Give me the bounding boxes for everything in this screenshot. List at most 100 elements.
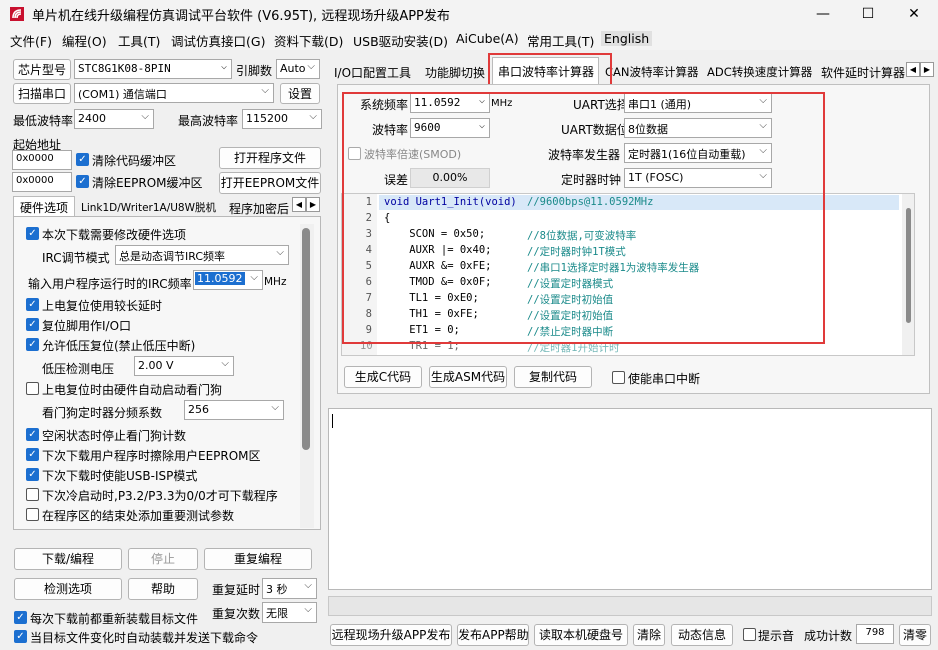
tab-delay-calculator[interactable]: 软件延时计算器 [821, 64, 905, 81]
chip-model-select[interactable]: STC8G1K08-8PIN ⌵ [74, 59, 232, 79]
right-tab-scroll-left-icon[interactable]: ◀ [906, 62, 920, 77]
idle-stop-wdt-checkbox[interactable]: ✓ [26, 428, 39, 441]
tab-hardware-options[interactable]: 硬件选项 [13, 196, 75, 217]
success-count-value: 798 [856, 624, 894, 644]
erase-eeprom-checkbox[interactable]: ✓ [26, 448, 39, 461]
modify-hw-checkbox[interactable]: ✓ [26, 227, 39, 240]
minimize-button[interactable]: — [808, 3, 838, 25]
min-baud-select[interactable]: 2400 ⌵ [74, 109, 154, 129]
generate-asm-code-button[interactable]: 生成ASM代码 [429, 366, 507, 388]
output-log-area[interactable] [328, 408, 932, 590]
chip-model-button[interactable]: 芯片型号 [13, 59, 71, 80]
clear-code-label: 清除代码缓冲区 [92, 154, 177, 168]
add-test-params-checkbox[interactable] [26, 508, 39, 521]
close-button[interactable]: ✕ [899, 3, 929, 25]
menu-english[interactable]: English [601, 31, 653, 46]
pins-select[interactable]: Auto ⌵ [276, 59, 320, 79]
enable-uart-interrupt-checkbox[interactable] [612, 371, 625, 384]
menu-debug-interface[interactable]: 调试仿真接口(G) [171, 31, 265, 50]
tab-offline-writer[interactable]: Link1D/Writer1A/U8W脱机 [81, 200, 216, 215]
min-baud-label: 最低波特率 [13, 114, 74, 128]
options-scrollbar-thumb[interactable] [302, 228, 310, 450]
app-logo-icon [10, 7, 24, 21]
com-port-select[interactable]: (COM1) 通信端口 ⌵ [74, 83, 274, 103]
copy-code-button[interactable]: 复制代码 [514, 366, 592, 388]
modify-hw-label: 本次下载需要修改硬件选项 [42, 228, 187, 242]
low-volt-select[interactable]: 2.00 V ⌵ [134, 356, 234, 376]
wdt-div-select[interactable]: 256 ⌵ [184, 400, 284, 420]
text-cursor [332, 414, 333, 428]
menu-aicube[interactable]: AiCube(A) [456, 31, 519, 46]
right-tab-scroll-right-icon[interactable]: ▶ [920, 62, 934, 77]
dynamic-info-button[interactable]: 动态信息 [671, 624, 733, 646]
max-baud-select[interactable]: 115200 ⌵ [242, 109, 322, 129]
code-start-address-input[interactable]: 0x0000 [12, 150, 72, 170]
tab-pin-switch[interactable]: 功能脚切换 [425, 64, 485, 81]
chevron-down-icon: ⌵ [250, 272, 258, 283]
wdt-div-value: 256 [188, 403, 209, 416]
clear-log-button[interactable]: 清除 [633, 624, 665, 646]
menu-common-tools[interactable]: 常用工具(T) [527, 31, 594, 50]
tab-encryption[interactable]: 程序加密后 [229, 200, 291, 217]
repeat-count-value: 无限 [266, 607, 288, 620]
chevron-down-icon: ⌵ [304, 604, 312, 615]
irc-mode-label: IRC调节模式 [42, 251, 110, 265]
irc-mode-select[interactable]: 总是动态调节IRC频率 ⌵ [115, 245, 289, 265]
tab-scroll-left-icon[interactable]: ◀ [292, 197, 306, 212]
enable-uart-interrupt-label: 使能串口中断 [628, 372, 701, 386]
low-volt-reset-checkbox[interactable]: ✓ [26, 338, 39, 351]
reload-each-checkbox[interactable]: ✓ [14, 611, 27, 624]
cold-start-checkbox[interactable] [26, 488, 39, 501]
tab-scroll-right-icon[interactable]: ▶ [306, 197, 320, 212]
menu-usb-driver[interactable]: USB驱动安装(D) [353, 31, 448, 50]
beep-checkbox[interactable] [743, 628, 756, 641]
repeat-program-button[interactable]: 重复编程 [204, 548, 312, 570]
clear-eeprom-checkbox[interactable]: ✓ [76, 175, 89, 188]
pins-label: 引脚数 [236, 64, 273, 78]
auto-load-checkbox[interactable]: ✓ [14, 630, 27, 643]
tab-adc-speed-calculator[interactable]: ADC转换速度计算器 [707, 64, 812, 80]
repeat-delay-select[interactable]: 3 秒 ⌵ [262, 578, 317, 599]
cold-start-label: 下次冷启动时,P3.2/P3.3为0/0才可下载程序 [42, 489, 278, 503]
power-delay-label: 上电复位使用较长延时 [42, 299, 163, 313]
read-disk-id-button[interactable]: 读取本机硬盘号 [534, 624, 628, 646]
pins-value: Auto [280, 62, 306, 75]
tab-io-config[interactable]: I/O口配置工具 [334, 64, 411, 81]
generate-c-code-button[interactable]: 生成C代码 [344, 366, 422, 388]
menu-downloads[interactable]: 资料下载(D) [274, 31, 343, 50]
clear-code-checkbox[interactable]: ✓ [76, 153, 89, 166]
publish-app-help-button[interactable]: 发布APP帮助 [457, 624, 529, 646]
chevron-down-icon: ⌵ [307, 61, 315, 72]
usb-isp-label: 下次下载时使能USB-ISP模式 [42, 469, 198, 483]
chevron-down-icon: ⌵ [220, 61, 227, 72]
open-eeprom-file-button[interactable]: 打开EEPROM文件 [219, 172, 321, 194]
tab-can-baud-calculator[interactable]: CAN波特率计算器 [605, 64, 699, 80]
add-test-params-label: 在程序区的结束处添加重要测试参数 [42, 509, 235, 523]
menu-file[interactable]: 文件(F) [10, 31, 52, 50]
watchdog-start-checkbox[interactable] [26, 382, 39, 395]
eeprom-start-address-input[interactable]: 0x0000 [12, 172, 72, 192]
open-program-file-button[interactable]: 打开程序文件 [219, 147, 321, 169]
port-settings-button[interactable]: 设置 [280, 83, 320, 104]
code-scrollbar-thumb[interactable] [906, 208, 911, 323]
stop-button[interactable]: 停止 [128, 548, 198, 570]
remote-upgrade-publish-button[interactable]: 远程现场升级APP发布 [330, 624, 452, 646]
power-delay-checkbox[interactable]: ✓ [26, 298, 39, 311]
repeat-count-select[interactable]: 无限 ⌵ [262, 602, 317, 623]
usb-isp-checkbox[interactable]: ✓ [26, 468, 39, 481]
maximize-button[interactable]: ☐ [853, 3, 883, 25]
repeat-delay-value: 3 秒 [266, 583, 288, 596]
check-options-button[interactable]: 检测选项 [14, 578, 122, 600]
reset-io-checkbox[interactable]: ✓ [26, 318, 39, 331]
irc-freq-select[interactable]: 11.0592 ⌵ [193, 270, 263, 290]
scan-port-button[interactable]: 扫描串口 [13, 83, 71, 104]
reset-count-button[interactable]: 清零 [899, 624, 931, 646]
chevron-down-icon: ⌵ [141, 111, 149, 122]
download-program-button[interactable]: 下载/编程 [14, 548, 122, 570]
help-button[interactable]: 帮助 [128, 578, 198, 600]
wdt-div-label: 看门狗定时器分频系数 [42, 406, 163, 420]
chevron-down-icon: ⌵ [276, 247, 284, 258]
menu-tools[interactable]: 工具(T) [118, 31, 160, 50]
max-baud-label: 最高波特率 [178, 114, 239, 128]
menu-program[interactable]: 编程(O) [62, 31, 107, 50]
